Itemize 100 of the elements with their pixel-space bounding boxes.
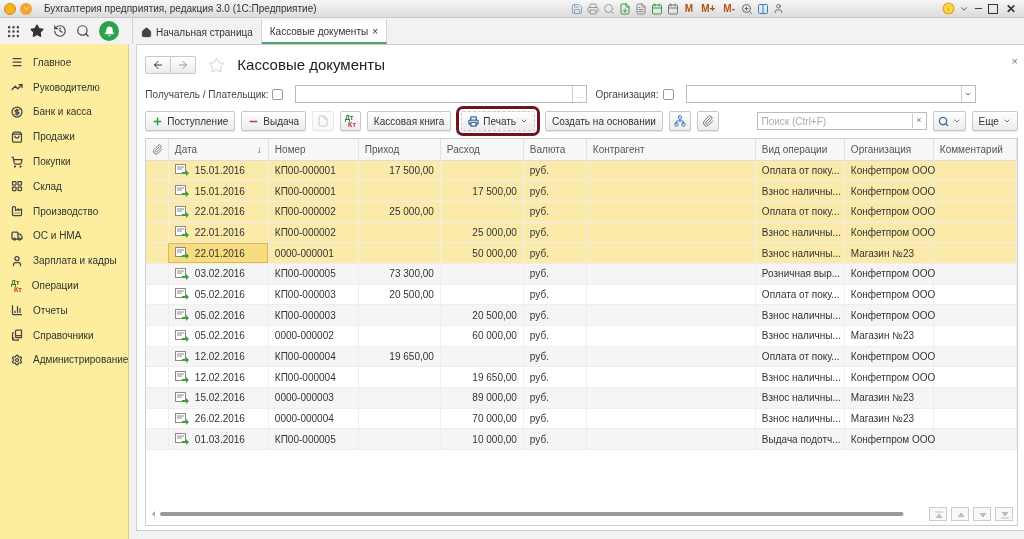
maximize-icon[interactable] — [988, 3, 998, 14]
sidebar-item[interactable]: ОС и НМА — [33, 228, 82, 244]
sidebar-item[interactable]: Администрирование — [33, 352, 129, 368]
table-row[interactable]: 15.01.2016 КП00-000001 17 500,00 руб. Оплата от поку... Конфетпром ООО — [146, 160, 1017, 181]
star-icon[interactable] — [30, 24, 44, 38]
toolbar-button[interactable]: Кассовая книга — [366, 111, 452, 131]
table-row[interactable]: 01.03.2016 КП00-000005 10 000,00 руб. Выдача подотч... Конфетпром ООО — [146, 428, 1017, 450]
info-icon[interactable] — [942, 2, 955, 15]
sidebar-item[interactable]: Банк и касса — [33, 104, 92, 120]
table-cell: Взнос наличны... — [761, 330, 841, 342]
history-icon[interactable] — [53, 24, 67, 38]
column-header[interactable]: Расход — [446, 141, 480, 157]
table-row[interactable]: 05.02.2016 КП00-000003 20 500,00 руб. Оплата от поку... Конфетпром ООО — [146, 284, 1017, 305]
close-button[interactable]: ✕ — [1002, 0, 1020, 18]
table-row[interactable]: 12.02.2016 КП00-000004 19 650,00 руб. Оплата от поку... Конфетпром ООО — [146, 346, 1017, 367]
columns-icon[interactable] — [757, 2, 769, 15]
printer-icon — [468, 115, 480, 127]
memory-button[interactable]: M+ — [699, 1, 718, 16]
table-cell: руб. — [529, 247, 549, 259]
column-header[interactable]: Контрагент — [592, 141, 645, 157]
table-row[interactable]: 12.02.2016 КП00-000004 19 650,00 руб. Взнос наличны... Конфетпром ООО — [146, 366, 1017, 388]
table-cell: КП00-000005 — [274, 433, 336, 445]
column-header[interactable]: Номер — [274, 141, 306, 157]
attachment-button[interactable] — [696, 111, 719, 131]
tab-close-icon[interactable]: × — [372, 23, 378, 39]
filter-checkbox[interactable] — [272, 88, 284, 100]
column-header[interactable]: Комментарий — [939, 141, 1003, 157]
memory-button[interactable]: M — [682, 1, 696, 16]
table-cell: 17 500,00 — [472, 185, 517, 197]
table-cell: Оплата от поку... — [761, 288, 840, 300]
paperclip-icon — [152, 143, 164, 155]
user-icon — [773, 3, 784, 14]
column-header[interactable]: Организация — [850, 141, 912, 157]
column-header[interactable]: Вид операции — [761, 141, 828, 157]
favorite-star-icon[interactable] — [208, 56, 226, 74]
back-button[interactable] — [145, 56, 172, 74]
table-cell: руб. — [529, 185, 549, 197]
table-cell: Магазин №23 — [850, 413, 915, 425]
search-options-button[interactable] — [932, 111, 966, 131]
sort-arrow-icon[interactable]: ↓ — [256, 141, 262, 157]
apps-icon[interactable] — [6, 23, 21, 39]
coin-icon — [11, 106, 23, 118]
table-row[interactable]: 05.02.2016 0000-000002 60 000,00 руб. Взнос наличны... Магазин №23 — [146, 325, 1017, 347]
toolbar-button[interactable]: Создать на основании — [545, 111, 663, 131]
filter-field[interactable] — [685, 85, 976, 103]
notification-button[interactable] — [99, 21, 119, 41]
sidebar-item[interactable]: Отчеты — [33, 302, 68, 318]
sidebar-item[interactable]: Производство — [33, 203, 99, 219]
column-header[interactable]: Приход — [364, 141, 400, 157]
table-row[interactable]: 26.02.2016 0000-000004 70 000,00 руб. Взнос наличны... Магазин №23 — [146, 408, 1017, 429]
tab[interactable]: Кассовые документы × — [261, 20, 387, 44]
search-icon[interactable] — [76, 24, 90, 38]
scroll-nav-button[interactable] — [994, 507, 1013, 521]
table-row[interactable]: 22.01.2016 КП00-000002 25 000,00 руб. Оплата от поку... Конфетпром ООО — [146, 201, 1017, 223]
calendar-icon[interactable] — [666, 2, 679, 15]
menu-dropdown-button[interactable] — [20, 2, 32, 15]
sidebar-item[interactable]: Операции — [31, 278, 79, 294]
structure-button[interactable] — [668, 111, 691, 131]
preview-icon[interactable] — [602, 2, 615, 15]
table-row[interactable]: 15.02.2016 0000-000003 89 000,00 руб. Взнос наличны... Магазин №23 — [146, 387, 1017, 409]
table-row[interactable]: 15.01.2016 КП00-000001 17 500,00 руб. Взнос наличны... Конфетпром ООО — [146, 180, 1017, 202]
sidebar-item[interactable]: Продажи — [33, 129, 75, 145]
zoom-icon[interactable] — [741, 2, 753, 15]
bell-icon — [103, 25, 115, 37]
table-cell: Конфетпром ООО — [850, 206, 936, 218]
table-cell-text: 05.02.2016 — [194, 329, 245, 344]
calendar-icon[interactable] — [650, 2, 663, 15]
sidebar-item[interactable]: Склад — [33, 178, 62, 194]
table-cell: руб. — [529, 351, 549, 363]
forward-button[interactable] — [171, 56, 197, 74]
scroll-nav-button[interactable] — [928, 507, 947, 521]
document-icon[interactable] — [634, 2, 647, 15]
table-row[interactable]: 22.01.2016 0000-000001 50 000,00 руб. Взнос наличны... Магазин №23 — [146, 242, 1017, 264]
toolbar-button[interactable]: Выдача — [241, 111, 307, 131]
download-icon[interactable] — [618, 2, 631, 15]
table-cell: Оплата от поку... — [761, 164, 840, 176]
filter-checkbox[interactable] — [662, 88, 674, 100]
save-icon[interactable] — [570, 2, 583, 15]
sidebar-item[interactable]: Главное — [33, 54, 72, 70]
column-header[interactable]: Валюта — [529, 141, 566, 157]
scroll-nav-button[interactable] — [972, 507, 991, 521]
sidebar-item[interactable]: Руководителю — [33, 79, 100, 95]
toolbar-button[interactable]: Поступление — [145, 111, 236, 131]
printer-icon[interactable] — [586, 2, 599, 15]
memory-button[interactable]: M- — [721, 1, 737, 16]
search-field[interactable]: Поиск (Ctrl+F) × — [756, 112, 927, 130]
table-row[interactable]: 03.02.2016 КП00-000005 73 300,00 руб. Розничная выр... Конфетпром ООО — [146, 263, 1017, 285]
sidebar-item[interactable]: Покупки — [33, 154, 71, 170]
table-row[interactable]: 05.02.2016 КП00-000003 20 500,00 руб. Взнос наличны... Конфетпром ООО — [146, 304, 1017, 326]
caret-icon — [1002, 117, 1011, 125]
more-button[interactable]: Еще — [971, 111, 1018, 131]
sidebar-item[interactable]: Зарплата и кадры — [33, 253, 117, 269]
table-row[interactable]: 22.01.2016 КП00-000002 25 000,00 руб. Взнос наличны... Конфетпром ООО — [146, 222, 1017, 243]
filter-field[interactable]: ... — [295, 85, 588, 103]
table-cell: 70 000,00 — [472, 413, 517, 425]
scroll-nav-button[interactable] — [950, 507, 969, 521]
column-header[interactable]: Дата — [174, 141, 197, 157]
books-icon — [11, 329, 23, 342]
close-icon[interactable]: × — [1011, 53, 1018, 70]
sidebar-item[interactable]: Справочники — [33, 327, 94, 343]
